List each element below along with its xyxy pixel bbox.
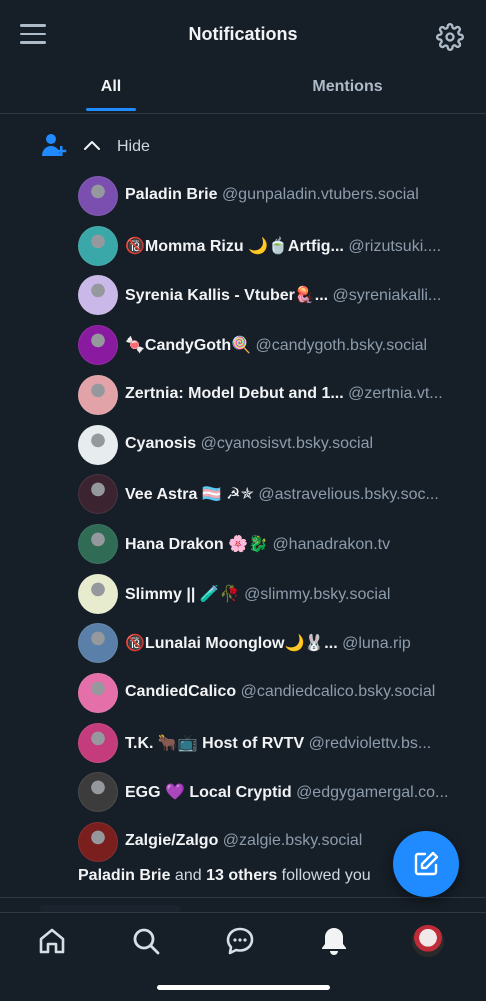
header: Notifications bbox=[0, 0, 486, 70]
gear-icon[interactable] bbox=[436, 23, 464, 51]
follower-name[interactable]: 🔞Momma Rizu 🌙🍵Artfig... bbox=[125, 238, 344, 255]
follower-name[interactable]: T.K. 🐂📺 Host of RVTV bbox=[125, 735, 304, 752]
follower-name[interactable]: Vee Astra 🏳️‍⚧️ ☭✯ bbox=[125, 486, 254, 503]
follower-name[interactable]: 🔞Lunalai Moonglow🌙🐰... bbox=[125, 635, 338, 652]
follower-handle: @edgygamergal.co... bbox=[296, 784, 449, 802]
active-tab-indicator bbox=[86, 108, 136, 111]
follower-row[interactable]: Slimmy || 🧪🥀 @slimmy.bsky.social bbox=[0, 570, 486, 618]
person-add-icon bbox=[40, 131, 68, 159]
follower-row[interactable]: 🍬CandyGoth🍭 @candygoth.bsky.social bbox=[0, 321, 486, 369]
follower-handle: @redviolettv.bs... bbox=[308, 734, 432, 752]
follower-handle: @candygoth.bsky.social bbox=[255, 337, 428, 355]
follower-handle: @hanadrakon.tv bbox=[272, 535, 391, 553]
summary-others[interactable]: 13 others bbox=[206, 867, 277, 884]
avatar[interactable] bbox=[78, 822, 118, 863]
follower-row[interactable]: Hana Drakon 🌸🐉 @hanadrakon.tv bbox=[0, 520, 486, 568]
avatar[interactable] bbox=[78, 523, 118, 564]
tab-mentions[interactable]: Mentions bbox=[290, 78, 405, 96]
avatar[interactable] bbox=[78, 573, 118, 614]
follower-handle: @zalgie.bsky.social bbox=[222, 832, 363, 850]
bell-icon[interactable] bbox=[318, 925, 350, 957]
avatar[interactable] bbox=[78, 722, 118, 763]
follower-name[interactable]: Hana Drakon 🌸🐉 bbox=[125, 536, 268, 553]
follower-line: Zertnia: Model Debut and 1... @zertnia.v… bbox=[125, 385, 470, 403]
compose-icon bbox=[414, 851, 439, 876]
follower-line: 🍬CandyGoth🍭 @candygoth.bsky.social bbox=[125, 335, 470, 355]
avatar[interactable] bbox=[78, 225, 118, 266]
follower-handle: @zertnia.vt... bbox=[348, 384, 443, 402]
follower-line: EGG 💜 Local Cryptid @edgygamergal.co... bbox=[125, 782, 470, 802]
home-indicator bbox=[157, 985, 330, 990]
collapse-toggle[interactable]: Hide bbox=[0, 128, 486, 168]
follower-name[interactable]: EGG 💜 Local Cryptid bbox=[125, 784, 292, 801]
hide-label: Hide bbox=[117, 138, 150, 155]
search-icon[interactable] bbox=[130, 925, 162, 957]
follower-row[interactable]: T.K. 🐂📺 Host of RVTV @redviolettv.bs... bbox=[0, 719, 486, 767]
avatar[interactable] bbox=[78, 374, 118, 415]
follower-line: Cyanosis @cyanosisvt.bsky.social bbox=[125, 435, 470, 453]
page-title: Notifications bbox=[188, 24, 298, 44]
divider bbox=[0, 897, 486, 898]
notification-summary: Paladin Brie and 13 others followed you bbox=[78, 867, 371, 885]
avatar[interactable] bbox=[78, 673, 118, 713]
follower-handle: @rizutsuki.... bbox=[348, 237, 442, 255]
avatar[interactable] bbox=[78, 176, 118, 216]
follower-row[interactable]: CandiedCalico @candiedcalico.bsky.social bbox=[0, 669, 486, 717]
summary-first-name[interactable]: Paladin Brie bbox=[78, 867, 170, 884]
follower-handle: @syreniakalli... bbox=[332, 287, 442, 305]
follower-handle: @candiedcalico.bsky.social bbox=[240, 683, 436, 700]
avatar[interactable] bbox=[78, 424, 118, 465]
follower-name[interactable]: CandiedCalico bbox=[125, 683, 236, 700]
follower-name[interactable]: 🍬CandyGoth🍭 bbox=[125, 337, 251, 354]
follower-name[interactable]: Cyanosis bbox=[125, 435, 196, 452]
follower-handle: @astravelious.bsky.soc... bbox=[258, 486, 439, 504]
follower-line: CandiedCalico @candiedcalico.bsky.social bbox=[125, 683, 470, 701]
follower-row[interactable]: Vee Astra 🏳️‍⚧️ ☭✯ @astravelious.bsky.so… bbox=[0, 470, 486, 518]
compose-button[interactable] bbox=[393, 831, 459, 897]
follower-handle: @gunpaladin.vtubers.social bbox=[221, 186, 419, 203]
follower-handle: @luna.rip bbox=[342, 635, 411, 653]
avatar[interactable] bbox=[78, 275, 118, 316]
chevron-up-icon bbox=[82, 136, 102, 156]
follower-line: Vee Astra 🏳️‍⚧️ ☭✯ @astravelious.bsky.so… bbox=[125, 484, 470, 504]
summary-and: and bbox=[170, 867, 207, 884]
tab-all[interactable]: All bbox=[86, 78, 136, 96]
avatar[interactable] bbox=[78, 325, 118, 366]
follower-line: Slimmy || 🧪🥀 @slimmy.bsky.social bbox=[125, 584, 470, 604]
avatar[interactable] bbox=[78, 772, 118, 813]
follower-name[interactable]: Syrenia Kallis - Vtuber🪼... bbox=[125, 287, 328, 304]
follower-handle: @slimmy.bsky.social bbox=[244, 585, 391, 603]
follower-handle: @cyanosisvt.bsky.social bbox=[200, 434, 374, 452]
follower-row[interactable]: Cyanosis @cyanosisvt.bsky.social bbox=[0, 421, 486, 469]
follower-line: T.K. 🐂📺 Host of RVTV @redviolettv.bs... bbox=[125, 733, 470, 753]
follower-row[interactable]: 🔞Momma Rizu 🌙🍵Artfig... @rizutsuki.... bbox=[0, 222, 486, 270]
follower-row[interactable]: Zertnia: Model Debut and 1... @zertnia.v… bbox=[0, 371, 486, 419]
profile-avatar[interactable] bbox=[412, 925, 444, 957]
follower-name[interactable]: Zertnia: Model Debut and 1... bbox=[125, 385, 344, 402]
follower-line: 🔞Momma Rizu 🌙🍵Artfig... @rizutsuki.... bbox=[125, 236, 470, 256]
chat-icon[interactable] bbox=[224, 925, 256, 957]
follower-row[interactable]: 🔞Lunalai Moonglow🌙🐰... @luna.rip bbox=[0, 619, 486, 667]
follower-row[interactable]: EGG 💜 Local Cryptid @edgygamergal.co... bbox=[0, 768, 486, 816]
avatar[interactable] bbox=[78, 474, 118, 515]
avatar[interactable] bbox=[78, 623, 118, 664]
home-icon[interactable] bbox=[36, 925, 68, 957]
tab-bar: All Mentions bbox=[0, 70, 486, 114]
summary-action: followed you bbox=[277, 867, 371, 884]
follower-row[interactable]: Paladin Brie @gunpaladin.vtubers.social bbox=[0, 172, 486, 220]
follower-row[interactable]: Syrenia Kallis - Vtuber🪼... @syreniakall… bbox=[0, 271, 486, 319]
follower-line: 🔞Lunalai Moonglow🌙🐰... @luna.rip bbox=[125, 633, 470, 653]
follower-line: Paladin Brie @gunpaladin.vtubers.social bbox=[125, 186, 470, 204]
follower-name[interactable]: Slimmy || 🧪🥀 bbox=[125, 586, 240, 603]
follower-name[interactable]: Zalgie/Zalgo bbox=[125, 832, 218, 849]
follower-name[interactable]: Paladin Brie bbox=[125, 186, 217, 203]
follower-line: Syrenia Kallis - Vtuber🪼... @syreniakall… bbox=[125, 285, 470, 305]
follower-line: Hana Drakon 🌸🐉 @hanadrakon.tv bbox=[125, 534, 470, 554]
